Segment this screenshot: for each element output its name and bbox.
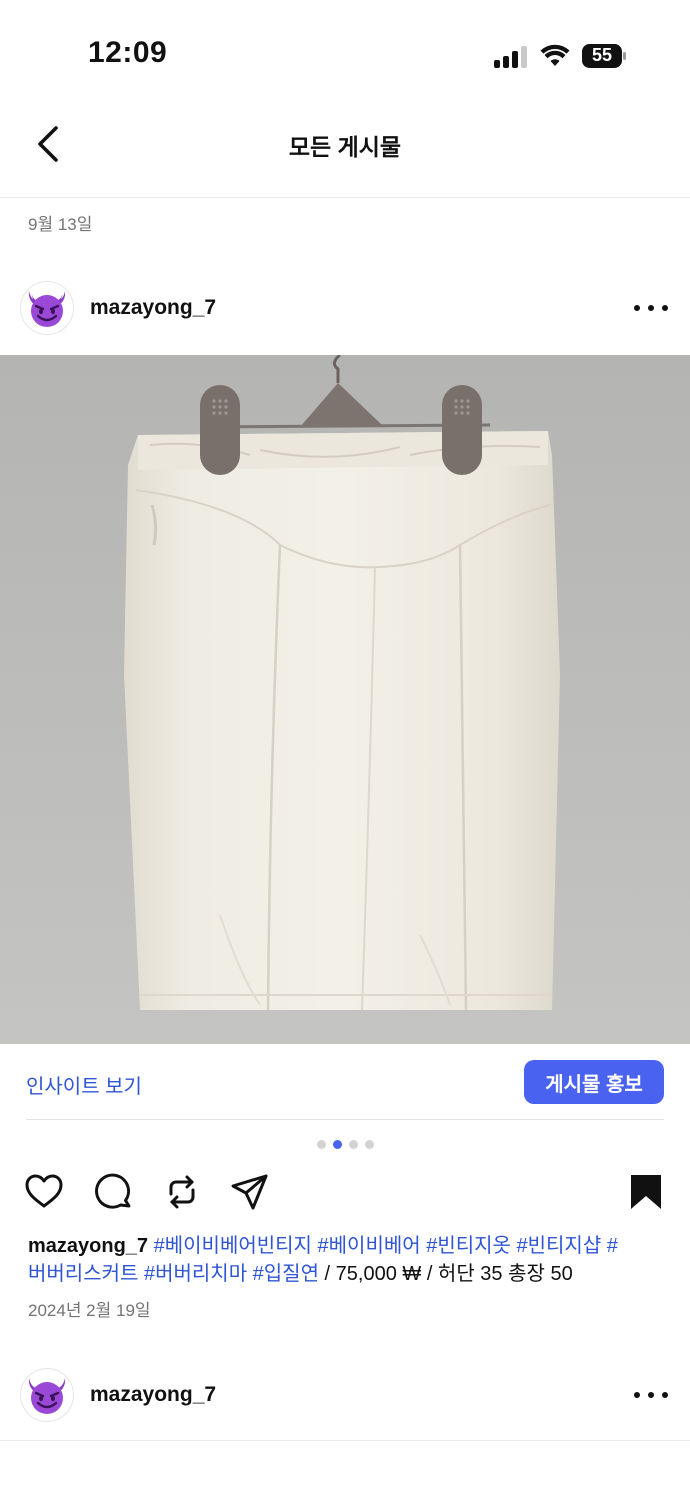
post-actions <box>0 1170 690 1214</box>
caption-username[interactable]: mazayong_7 <box>28 1235 148 1257</box>
wifi-icon <box>540 44 570 66</box>
repost-icon[interactable] <box>162 1172 202 1212</box>
post-photo[interactable] <box>0 355 690 1044</box>
skirt-photo-image <box>0 355 690 1044</box>
battery-level: 55 <box>591 45 613 65</box>
divider <box>0 1440 690 1441</box>
more-options-icon[interactable] <box>634 1381 668 1409</box>
hashtag[interactable]: #베이비베어 <box>318 1235 421 1257</box>
hashtag[interactable]: #빈티지샵 <box>517 1235 602 1257</box>
view-insights-link[interactable]: 인사이트 보기 <box>26 1070 142 1099</box>
page-title: 모든 게시물 <box>288 134 402 160</box>
send-icon[interactable] <box>230 1172 270 1212</box>
cellular-signal-icon <box>494 46 528 68</box>
promote-post-button[interactable]: 게시물 홍보 <box>524 1060 664 1104</box>
smiling-devil-icon <box>28 291 66 327</box>
carousel-dot[interactable] <box>316 1140 326 1149</box>
avatar[interactable] <box>20 281 74 335</box>
caption-details: / 75,000 ₩ / 허단 35 총장 50 <box>324 1263 573 1285</box>
status-time: 12:09 <box>88 36 168 69</box>
post-username[interactable]: mazayong_7 <box>90 296 216 320</box>
divider <box>26 1119 664 1120</box>
insight-row: 인사이트 보기 게시물 홍보 <box>0 1044 690 1120</box>
section-date: 9월 13일 <box>28 215 93 234</box>
bookmark-icon[interactable] <box>626 1172 666 1212</box>
heart-icon[interactable] <box>24 1172 64 1212</box>
next-post-header: mazayong_7 <box>0 1365 690 1427</box>
post-header: mazayong_7 <box>0 278 690 340</box>
carousel-dot[interactable] <box>364 1140 374 1149</box>
comment-icon[interactable] <box>94 1172 134 1212</box>
battery-icon: 55 <box>582 44 626 68</box>
nav-bar: 모든 게시물 <box>0 100 690 198</box>
more-options-icon[interactable] <box>634 294 668 322</box>
hashtag[interactable]: #베이비베어빈티지 <box>154 1235 312 1257</box>
post-caption: mazayong_7 #베이비베어빈티지 #베이비베어 #빈티지옷 #빈티지샵 … <box>28 1232 668 1288</box>
status-bar: 12:09 55 <box>0 0 690 100</box>
hashtag[interactable]: #빈티지옷 <box>426 1235 511 1257</box>
post-username[interactable]: mazayong_7 <box>90 1383 216 1407</box>
carousel-dot-active[interactable] <box>332 1140 342 1149</box>
smiling-devil-icon <box>28 1378 66 1414</box>
hashtag[interactable]: #버버리치마 <box>144 1263 247 1285</box>
avatar[interactable] <box>20 1368 74 1422</box>
post-date: 2024년 2월 19일 <box>28 1301 151 1320</box>
carousel-dot[interactable] <box>348 1140 358 1149</box>
carousel-indicator <box>0 1140 690 1152</box>
hashtag[interactable]: #입질연 <box>253 1263 319 1285</box>
